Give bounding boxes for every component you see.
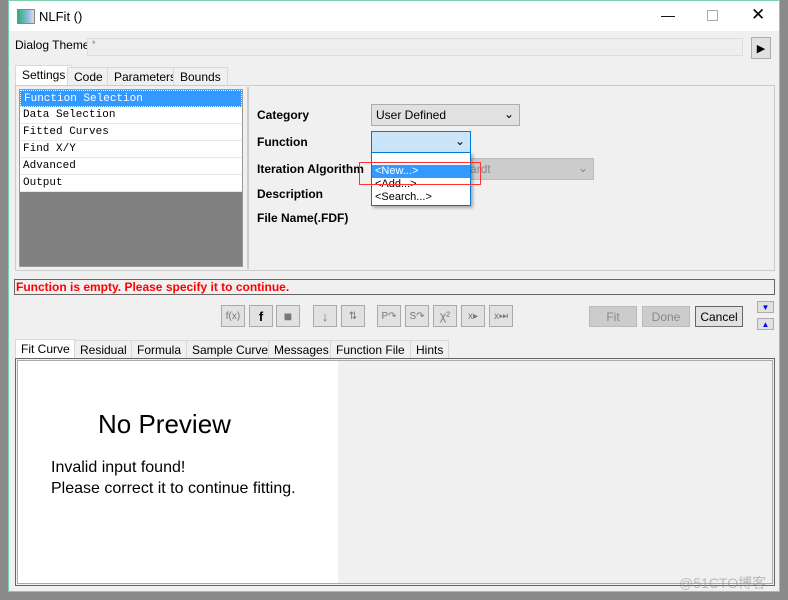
sort-icon[interactable]: ↓ bbox=[313, 305, 337, 327]
fdf-file-icon[interactable]: f bbox=[249, 305, 273, 327]
theme-value: * bbox=[92, 39, 96, 49]
watermark: @51CTO博客 bbox=[679, 575, 767, 591]
settings-nav-list[interactable]: Function Selection Data Selection Fitted… bbox=[19, 89, 243, 267]
preview-canvas: No Preview Invalid input found! Please c… bbox=[18, 361, 338, 583]
tab-residual[interactable]: Residual bbox=[74, 340, 133, 358]
window-title: NLFit () bbox=[39, 9, 83, 24]
function-select[interactable]: ⌄ bbox=[371, 131, 471, 153]
tab-settings[interactable]: Settings bbox=[15, 65, 73, 85]
theme-menu-button[interactable]: ▶ bbox=[751, 37, 771, 59]
category-value: User Defined bbox=[376, 108, 447, 122]
cancel-button[interactable]: Cancel bbox=[695, 306, 743, 327]
tab-hints[interactable]: Hints bbox=[410, 340, 450, 358]
save-icon[interactable]: ■ bbox=[276, 305, 300, 327]
minimize-button[interactable]: — bbox=[661, 7, 675, 23]
category-select[interactable]: User Defined ⌄ bbox=[371, 104, 520, 126]
highlight-box bbox=[359, 162, 481, 185]
fit-label: Fit bbox=[606, 309, 620, 324]
preview-panel: No Preview Invalid input found! Please c… bbox=[15, 358, 775, 586]
chevron-down-icon: ⌄ bbox=[577, 161, 588, 175]
nav-item-data-selection[interactable]: Data Selection bbox=[20, 107, 242, 124]
nav-item-find-xy[interactable]: Find X/Y bbox=[20, 141, 242, 158]
nav-item-output[interactable]: Output bbox=[20, 175, 242, 192]
one-iteration-icon[interactable]: x▸ bbox=[461, 305, 485, 327]
nav-item-fitted-curves[interactable]: Fitted Curves bbox=[20, 124, 242, 141]
tab-messages[interactable]: Messages bbox=[268, 340, 335, 358]
status-bar: Function is empty. Please specify it to … bbox=[14, 279, 775, 295]
tab-bounds[interactable]: Bounds bbox=[173, 67, 228, 85]
tab-formula[interactable]: Formula bbox=[131, 340, 188, 358]
chi-square-icon[interactable]: χ² bbox=[433, 305, 457, 327]
maximize-button[interactable] bbox=[707, 10, 718, 21]
app-icon bbox=[17, 9, 35, 24]
play-arrow-icon: ▶ bbox=[756, 42, 766, 55]
fx-icon[interactable]: f(x) bbox=[221, 305, 245, 327]
tab-fit-curve[interactable]: Fit Curve bbox=[15, 339, 76, 358]
tab-parameters[interactable]: Parameters bbox=[107, 67, 184, 85]
tab-function-file[interactable]: Function File bbox=[330, 340, 411, 358]
tab-code[interactable]: Code bbox=[67, 67, 110, 85]
dialog-theme-field[interactable]: * bbox=[87, 38, 743, 56]
nlfit-dialog: NLFit () — ✕ Dialog Theme * ▶ Settings C… bbox=[8, 0, 780, 592]
p-undo-icon[interactable]: P↷ bbox=[377, 305, 401, 327]
nav-item-advanced[interactable]: Advanced bbox=[20, 158, 242, 175]
preview-message-1: Invalid input found! bbox=[51, 459, 186, 476]
chevron-down-icon: ⌄ bbox=[503, 107, 514, 121]
s-undo-icon[interactable]: S↷ bbox=[405, 305, 429, 327]
description-label: Description bbox=[257, 187, 324, 201]
nav-item-function-selection[interactable]: Function Selection bbox=[20, 90, 242, 107]
option-search[interactable]: <Search...> bbox=[372, 191, 470, 204]
tab-sample-curve[interactable]: Sample Curve bbox=[186, 340, 275, 358]
iteration-algorithm-label: Iteration Algorithm bbox=[257, 162, 364, 176]
done-button[interactable]: Done bbox=[642, 306, 690, 327]
dialog-theme-label: Dialog Theme bbox=[15, 38, 90, 52]
preview-message-2: Please correct it to continue fitting. bbox=[51, 480, 296, 497]
function-label: Function bbox=[257, 135, 308, 149]
category-label: Category bbox=[257, 108, 310, 122]
parameter-init-icon[interactable]: ⇅ bbox=[341, 305, 365, 327]
close-button[interactable]: ✕ bbox=[751, 5, 765, 25]
no-preview-title: No Preview bbox=[98, 409, 231, 439]
done-label: Done bbox=[651, 309, 681, 324]
title-bar: NLFit () — ✕ bbox=[9, 1, 779, 31]
cancel-label: Cancel bbox=[700, 309, 738, 324]
fit-button[interactable]: Fit bbox=[589, 306, 637, 327]
fit-until-converged-icon[interactable]: x⏭ bbox=[489, 305, 513, 327]
collapse-down-button[interactable]: ▼ bbox=[757, 301, 774, 313]
expand-up-button[interactable]: ▲ bbox=[757, 318, 774, 330]
chevron-down-icon: ⌄ bbox=[454, 134, 465, 148]
status-message: Function is empty. Please specify it to … bbox=[16, 280, 290, 294]
file-name-label: File Name(.FDF) bbox=[257, 211, 349, 225]
